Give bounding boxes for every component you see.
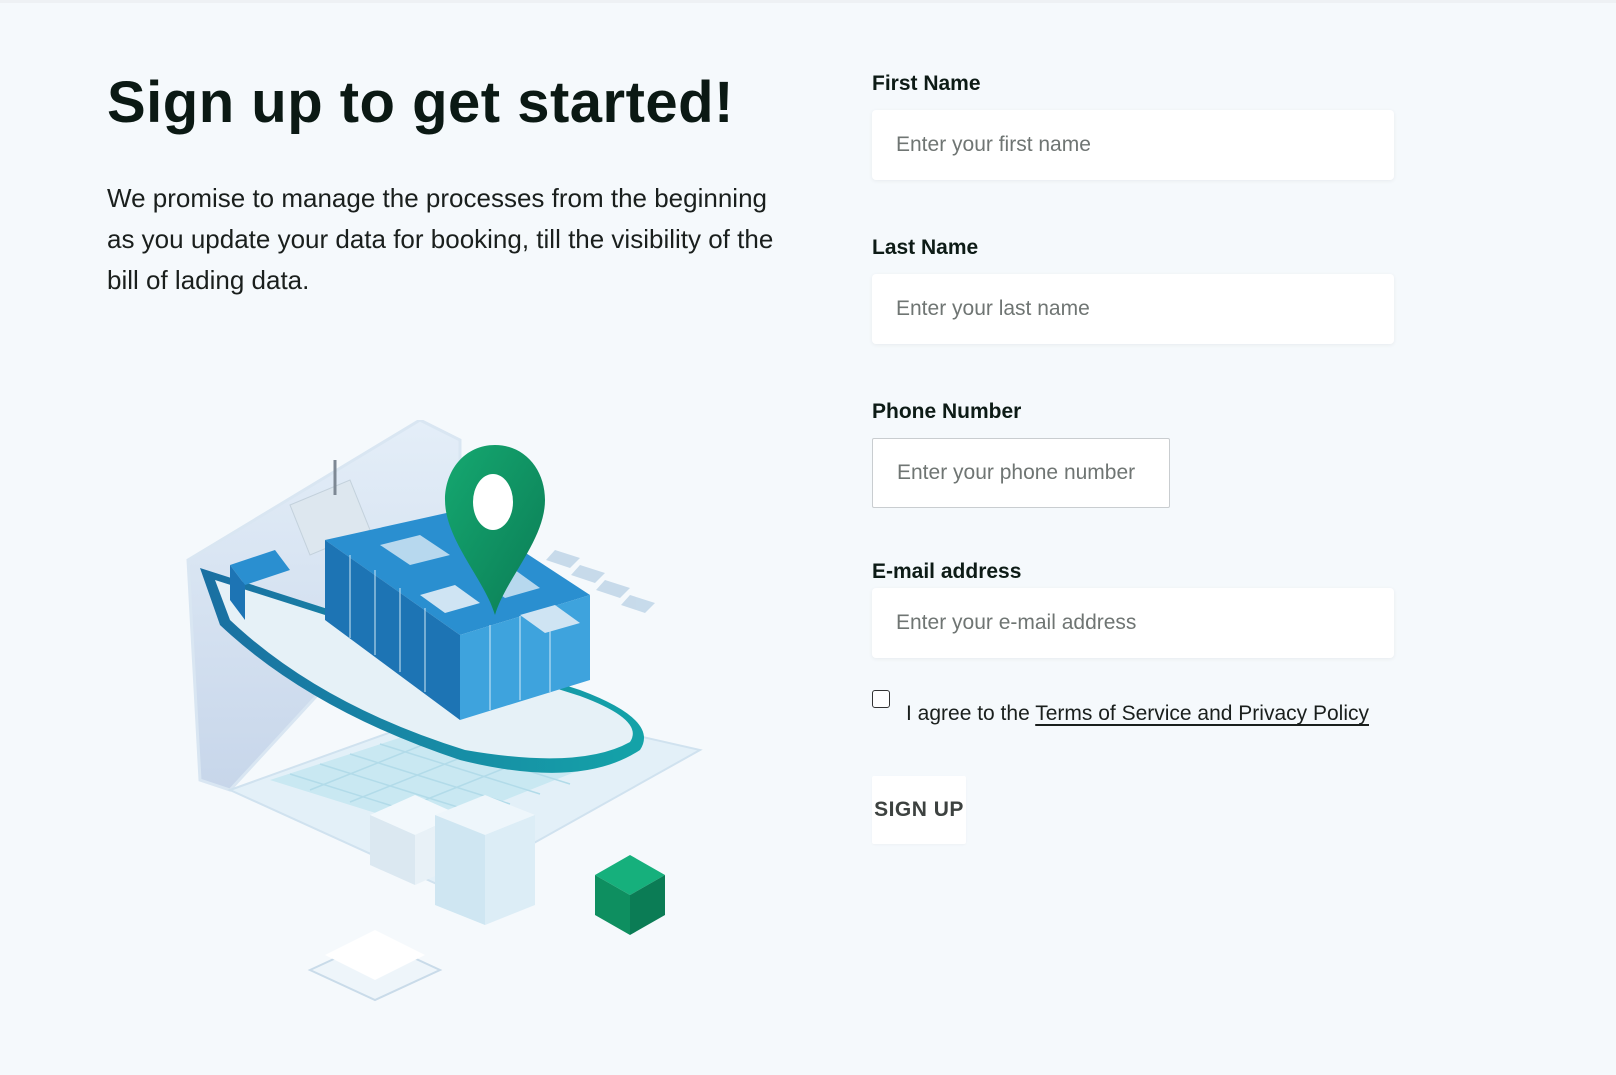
- email-label: E-mail address: [872, 560, 1022, 583]
- terms-prefix: I agree to the: [906, 702, 1036, 725]
- shipping-illustration: [160, 418, 720, 1040]
- last-name-group: Last Name: [872, 236, 1432, 344]
- first-name-label: First Name: [872, 72, 981, 95]
- last-name-label: Last Name: [872, 236, 979, 259]
- intro-text: We promise to manage the processes from …: [107, 183, 774, 295]
- first-name-group: First Name: [872, 72, 1432, 180]
- email-group: E-mail address: [872, 560, 1432, 658]
- shipping-box-icon: [370, 795, 535, 925]
- page-title: Sign up to get started!: [107, 70, 734, 135]
- signup-button[interactable]: SIGN UP: [872, 776, 966, 844]
- signup-form: First Name Last Name Phone Number E-mail…: [872, 72, 1432, 658]
- phone-input[interactable]: [872, 438, 1170, 508]
- phone-label: Phone Number: [872, 400, 1022, 423]
- last-name-input[interactable]: [872, 274, 1394, 344]
- phone-group: Phone Number: [872, 400, 1432, 508]
- terms-text: I agree to the Terms of Service and Priv…: [906, 702, 1369, 726]
- first-name-input[interactable]: [872, 110, 1394, 180]
- terms-link[interactable]: Terms of Service and Privacy Policy: [1035, 702, 1369, 725]
- terms-agreement: I agree to the Terms of Service and Priv…: [872, 690, 1472, 730]
- cargo-ship-laptop-icon: [186, 418, 703, 1002]
- email-input[interactable]: [872, 588, 1394, 658]
- terms-checkbox[interactable]: [872, 690, 890, 708]
- top-divider: [0, 0, 1616, 3]
- hero-section: Sign up to get started! We promise to ma…: [107, 68, 807, 301]
- green-cube-icon: [595, 855, 665, 935]
